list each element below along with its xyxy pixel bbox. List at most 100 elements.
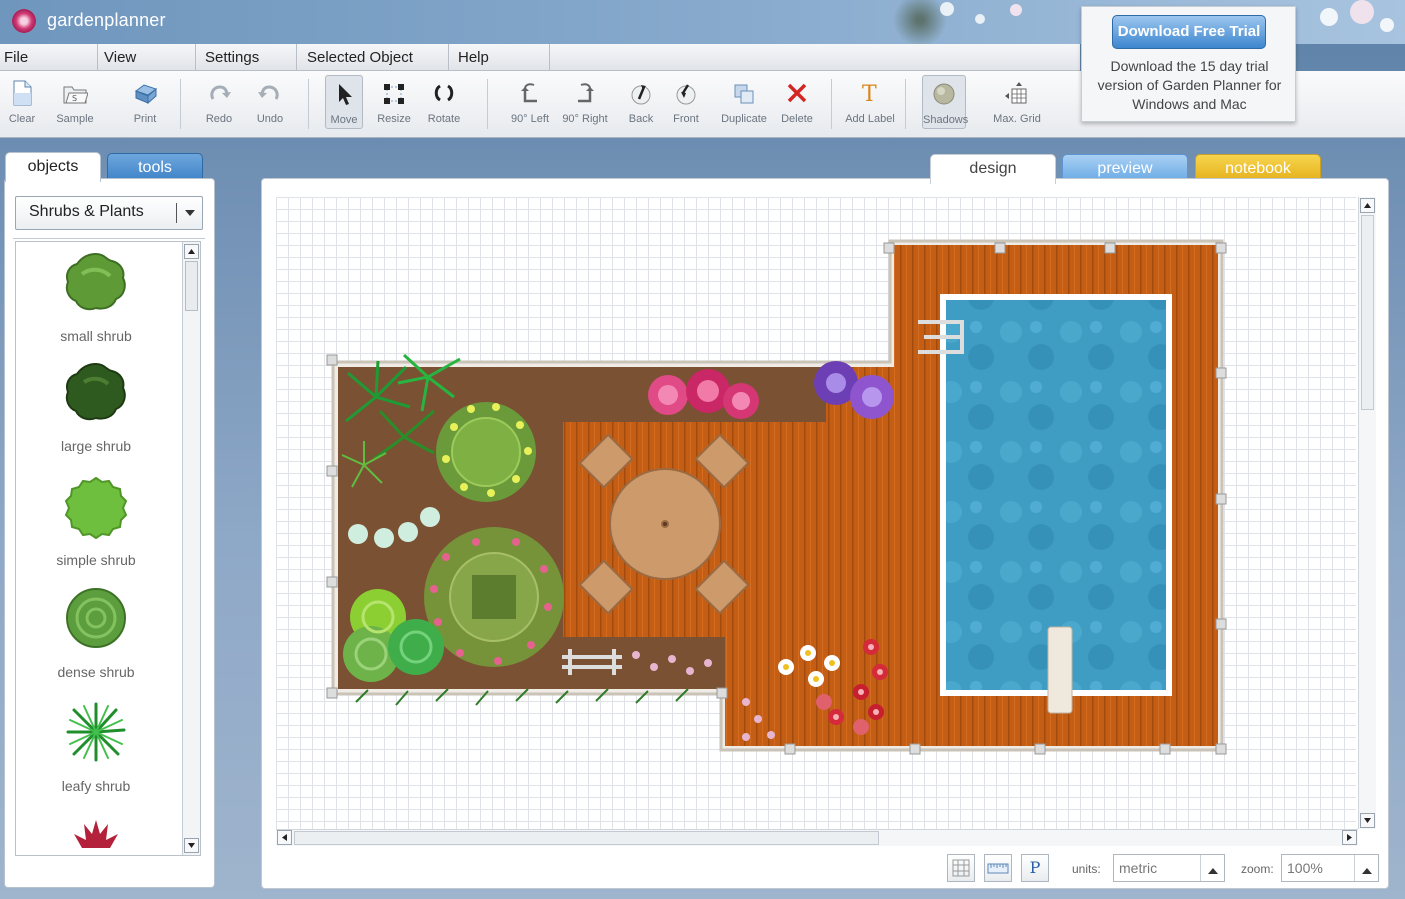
object-list: small shrub large shrub simple shrub den… <box>15 241 201 856</box>
printer-icon <box>134 84 158 105</box>
undo-button[interactable]: Undo <box>250 71 290 131</box>
rotate-button[interactable]: Rotate <box>424 71 464 131</box>
download-trial-button[interactable]: Download Free Trial <box>1112 15 1266 49</box>
delete-x-icon <box>787 83 807 103</box>
send-back-icon <box>631 85 651 105</box>
simple-shrub-icon <box>64 476 128 540</box>
red-plant-icon <box>74 820 118 848</box>
ruler-toggle-button[interactable] <box>984 854 1012 882</box>
rotate-icon <box>434 84 454 102</box>
clear-button[interactable]: Clear <box>2 71 42 131</box>
object-label: dense shrub <box>57 664 135 680</box>
ruler-icon <box>987 863 1009 874</box>
new-document-icon <box>13 80 32 106</box>
resize-button[interactable]: Resize <box>374 71 414 131</box>
object-red-plant[interactable] <box>16 808 176 855</box>
send-back-button[interactable]: Back <box>622 71 660 131</box>
objects-panel: Shrubs & Plants small shrub large shrub … <box>4 178 215 888</box>
trial-description: Download the 15 day trial version of Gar… <box>1097 58 1282 112</box>
object-small-shrub[interactable]: small shrub <box>16 246 176 346</box>
category-dropdown[interactable]: Shrubs & Plants <box>15 196 203 230</box>
grid-icon <box>952 859 970 877</box>
menu-selected-object[interactable]: Selected Object <box>297 44 449 71</box>
units-select[interactable]: metric <box>1113 854 1225 882</box>
units-label: units: <box>1072 862 1101 876</box>
canvas-vertical-scrollbar[interactable] <box>1358 197 1376 829</box>
object-label: simple shrub <box>56 552 136 568</box>
rotate-right-90-button[interactable]: 90° Right <box>560 71 610 131</box>
chevron-up-icon <box>1354 855 1378 881</box>
object-simple-shrub[interactable]: simple shrub <box>16 470 176 570</box>
grid-toggle-button[interactable] <box>947 854 975 882</box>
scroll-up-button[interactable] <box>1360 198 1375 213</box>
chevron-up-icon <box>1200 855 1224 881</box>
chevron-down-icon <box>176 203 202 223</box>
tab-tools[interactable]: tools <box>107 153 203 181</box>
large-shrub-icon <box>65 362 126 421</box>
zoom-select[interactable]: 100% <box>1281 854 1379 882</box>
plant-list-button[interactable]: P <box>1021 854 1049 882</box>
object-dense-shrub[interactable]: dense shrub <box>16 582 176 682</box>
svg-text:T: T <box>862 82 877 107</box>
max-grid-icon <box>1005 82 1027 104</box>
tab-design[interactable]: design <box>930 154 1056 184</box>
shadows-toggle[interactable]: Shadows <box>922 75 968 129</box>
scroll-down-button[interactable] <box>1360 813 1375 828</box>
cursor-arrow-icon <box>339 84 352 105</box>
zoom-value: 100% <box>1287 860 1323 876</box>
shadow-sphere-icon <box>933 83 955 105</box>
tab-objects[interactable]: objects <box>5 152 101 182</box>
menu-settings[interactable]: Settings <box>196 44 297 71</box>
max-grid-button[interactable]: Max. Grid <box>990 71 1044 131</box>
object-large-shrub[interactable]: large shrub <box>16 356 176 456</box>
object-leafy-shrub[interactable]: leafy shrub <box>16 696 176 796</box>
leafy-shrub-icon <box>66 702 126 762</box>
svg-text:S: S <box>72 94 77 103</box>
delete-button[interactable]: Delete <box>777 71 817 131</box>
small-shrub-icon <box>65 252 126 311</box>
bring-front-button[interactable]: Front <box>667 71 705 131</box>
add-label-button[interactable]: T Add Label <box>842 71 898 131</box>
rotate-right-icon <box>578 83 594 103</box>
status-bar: P units: metric zoom: 100% <box>947 854 1387 886</box>
app-logo-icon <box>12 9 36 33</box>
units-value: metric <box>1119 860 1158 876</box>
scroll-thumb[interactable] <box>185 261 198 311</box>
scroll-right-button[interactable] <box>1342 830 1357 845</box>
redo-button[interactable]: Redo <box>199 71 239 131</box>
sample-button[interactable]: S Sample <box>50 71 100 131</box>
redo-icon <box>210 85 231 100</box>
move-button[interactable]: Move <box>325 75 363 129</box>
folder-icon: S <box>63 86 88 104</box>
print-button[interactable]: Print <box>124 71 166 131</box>
scroll-down-button[interactable] <box>184 838 199 853</box>
app-name: gardenplanner <box>47 10 166 30</box>
garden-plan <box>326 239 1227 755</box>
object-label: leafy shrub <box>61 778 131 794</box>
zoom-label: zoom: <box>1241 862 1274 876</box>
duplicate-button[interactable]: Duplicate <box>718 71 770 131</box>
divider <box>13 238 205 239</box>
menu-bar: File View Settings Selected Object Help <box>0 44 1080 71</box>
rotate-left-90-button[interactable]: 90° Left <box>508 71 552 131</box>
scroll-left-button[interactable] <box>277 830 292 845</box>
trial-popup: Download Free Trial Download the 15 day … <box>1081 6 1296 122</box>
undo-icon <box>258 85 279 100</box>
menu-view[interactable]: View <box>98 44 196 71</box>
menu-help[interactable]: Help <box>449 44 550 71</box>
scroll-thumb[interactable] <box>1361 215 1374 410</box>
list-scrollbar[interactable] <box>182 242 200 855</box>
garden-grid[interactable] <box>276 197 1356 829</box>
dense-shrub-icon <box>66 588 126 648</box>
menu-file[interactable]: File <box>0 44 98 71</box>
scroll-up-button[interactable] <box>184 244 199 259</box>
duplicate-icon <box>734 84 754 104</box>
resize-handles-icon <box>384 84 404 104</box>
object-label: small shrub <box>60 328 132 344</box>
text-label-icon: T <box>862 82 877 107</box>
object-label: large shrub <box>60 438 132 454</box>
diving-board <box>1047 626 1073 714</box>
category-selected-value: Shrubs & Plants <box>29 203 144 220</box>
canvas-horizontal-scrollbar[interactable] <box>276 829 1358 846</box>
scroll-thumb[interactable] <box>294 831 879 845</box>
